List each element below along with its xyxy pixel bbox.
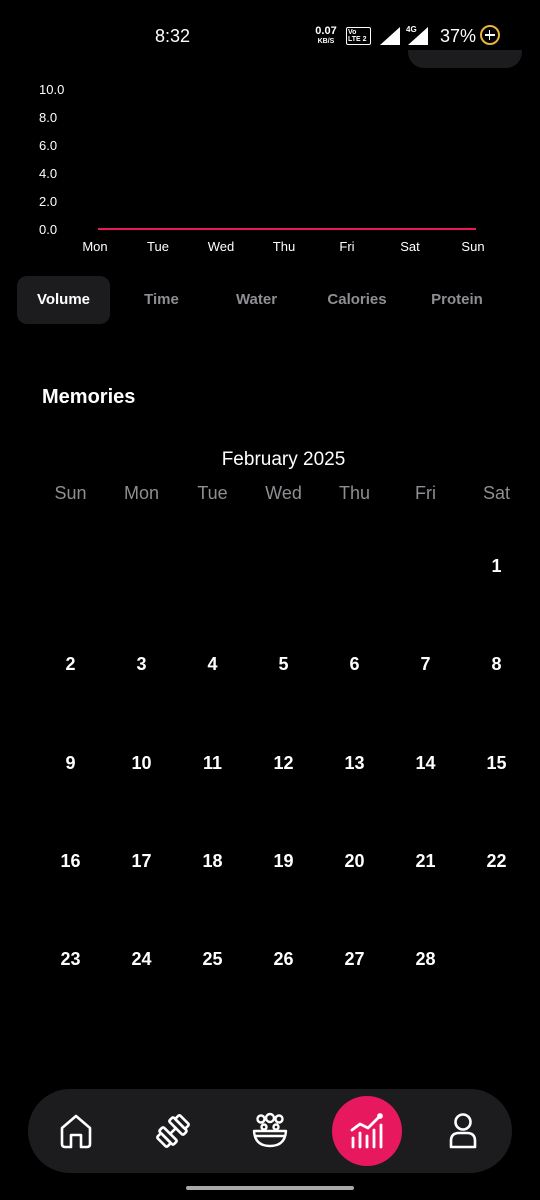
calendar-day[interactable]: 3 bbox=[106, 624, 177, 722]
chart-svg: 0.0 2.0 4.0 6.0 8.0 10.0 Mon Tue Wed Thu Fri Sat Sun bbox=[39, 82, 485, 254]
calendar-day[interactable]: 10 bbox=[106, 723, 177, 821]
weekday-label: Fri bbox=[415, 483, 436, 503]
calendar-day[interactable]: 9 bbox=[35, 723, 106, 821]
profile-icon bbox=[449, 1113, 477, 1149]
calendar-day[interactable]: 22 bbox=[461, 821, 532, 919]
nav-workouts[interactable] bbox=[133, 1089, 213, 1173]
calendar-blank-cell bbox=[390, 526, 461, 624]
weekday-label: Tue bbox=[197, 483, 228, 503]
calendar-day[interactable]: 18 bbox=[177, 821, 248, 919]
tab-volume[interactable]: Volume bbox=[17, 276, 110, 324]
calendar-day[interactable]: 26 bbox=[248, 919, 319, 1017]
x-tick-label: Sun bbox=[461, 239, 484, 254]
tab-water[interactable]: Water bbox=[213, 276, 300, 324]
calendar-day[interactable]: 13 bbox=[319, 723, 390, 821]
calendar-day[interactable]: 8 bbox=[461, 624, 532, 722]
y-tick-label: 0.0 bbox=[39, 222, 57, 237]
status-time: 8:32 bbox=[155, 26, 191, 46]
calendar-day[interactable]: 7 bbox=[390, 624, 461, 722]
stats-chart: 0.0 2.0 4.0 6.0 8.0 10.0 Mon Tue Wed Thu Fri Sat Sun bbox=[0, 72, 540, 272]
y-tick-label: 8.0 bbox=[39, 110, 57, 125]
calendar-day[interactable]: 23 bbox=[35, 919, 106, 1017]
y-tick-label: 6.0 bbox=[39, 138, 57, 153]
calendar-day[interactable]: 20 bbox=[319, 821, 390, 919]
tab-protein[interactable]: Protein bbox=[414, 276, 500, 324]
calendar-blank-cell bbox=[35, 526, 106, 624]
calendar-day[interactable]: 24 bbox=[106, 919, 177, 1017]
volte-icon: Vo LTE 2 bbox=[346, 27, 371, 45]
calendar-blank-cell bbox=[106, 526, 177, 624]
calendar-day[interactable]: 16 bbox=[35, 821, 106, 919]
calendar-day[interactable]: 4 bbox=[177, 624, 248, 722]
calendar-day[interactable]: 6 bbox=[319, 624, 390, 722]
calendar-month-title: February 2025 bbox=[221, 449, 346, 470]
memories-title: Memories bbox=[42, 386, 136, 408]
nav-nutrition[interactable] bbox=[230, 1089, 310, 1173]
signal-icon bbox=[380, 27, 400, 45]
home-indicator[interactable] bbox=[186, 1186, 354, 1190]
nav-home[interactable] bbox=[36, 1089, 116, 1173]
y-tick-label: 2.0 bbox=[39, 194, 57, 209]
y-tick-label: 10.0 bbox=[39, 82, 64, 97]
food-bowl-icon bbox=[252, 1112, 288, 1148]
calendar-day[interactable]: 5 bbox=[248, 624, 319, 722]
calendar-day[interactable]: 17 bbox=[106, 821, 177, 919]
calendar-day[interactable]: 11 bbox=[177, 723, 248, 821]
x-tick-label: Fri bbox=[339, 239, 354, 254]
calendar-day[interactable]: 21 bbox=[390, 821, 461, 919]
calendar-day[interactable]: 28 bbox=[390, 919, 461, 1017]
calendar-blank-cell bbox=[248, 526, 319, 624]
card-edge bbox=[408, 50, 522, 68]
signal-icon-2 bbox=[408, 27, 428, 45]
battery-percent: 37% bbox=[440, 26, 477, 46]
battery-saver-icon bbox=[480, 25, 500, 45]
calendar-day[interactable]: 19 bbox=[248, 821, 319, 919]
calendar-blank-cell bbox=[177, 526, 248, 624]
calendar-day[interactable]: 14 bbox=[390, 723, 461, 821]
weekday-label: Sun bbox=[54, 483, 87, 503]
calendar-day[interactable]: 25 bbox=[177, 919, 248, 1017]
calendar-weekdays: Sun Mon Tue Wed Thu Fri Sat bbox=[35, 483, 532, 504]
calendar-day[interactable]: 27 bbox=[319, 919, 390, 1017]
calendar-day[interactable]: 1 bbox=[461, 526, 532, 624]
weekday-label: Wed bbox=[265, 483, 302, 503]
x-tick-label: Thu bbox=[273, 239, 295, 254]
tab-time[interactable]: Time bbox=[110, 276, 213, 324]
weekday-label: Thu bbox=[338, 483, 371, 503]
network-speed: 0.07 KB/S bbox=[313, 25, 339, 46]
weekday-label: Mon bbox=[123, 483, 159, 503]
calendar-day[interactable]: 2 bbox=[35, 624, 106, 722]
metric-tabs: Volume Time Water Calories Protein bbox=[17, 276, 500, 324]
bottom-nav bbox=[28, 1089, 512, 1173]
calendar-day[interactable]: 15 bbox=[461, 723, 532, 821]
tab-calories[interactable]: Calories bbox=[300, 276, 414, 324]
x-tick-label: Sat bbox=[400, 239, 420, 254]
network-speed-value: 0.07 bbox=[315, 25, 337, 37]
calendar-day[interactable]: 12 bbox=[248, 723, 319, 821]
nav-stats[interactable] bbox=[327, 1089, 407, 1173]
home-icon bbox=[60, 1114, 92, 1149]
stats-chart-icon bbox=[350, 1113, 383, 1149]
calendar-days-grid: 1 2 3 4 5 6 7 8 9 10 11 12 13 14 15 16 17 18 19 20 21 22 23 24 2… bbox=[35, 526, 532, 1017]
status-bar: 8:32 0.07 KB/S Vo LTE 2 4G 37% bbox=[0, 0, 540, 72]
x-tick-label: Mon bbox=[82, 239, 107, 254]
weekday-label: Sat bbox=[482, 483, 511, 503]
nav-profile[interactable] bbox=[423, 1089, 503, 1173]
y-tick-label: 4.0 bbox=[39, 166, 57, 181]
dumbbell-icon bbox=[156, 1114, 190, 1148]
calendar-blank-cell bbox=[319, 526, 390, 624]
x-tick-label: Tue bbox=[147, 239, 169, 254]
network-speed-unit: KB/S bbox=[317, 38, 335, 45]
x-tick-label: Wed bbox=[208, 239, 235, 254]
nav-stats-bubble bbox=[332, 1096, 402, 1166]
